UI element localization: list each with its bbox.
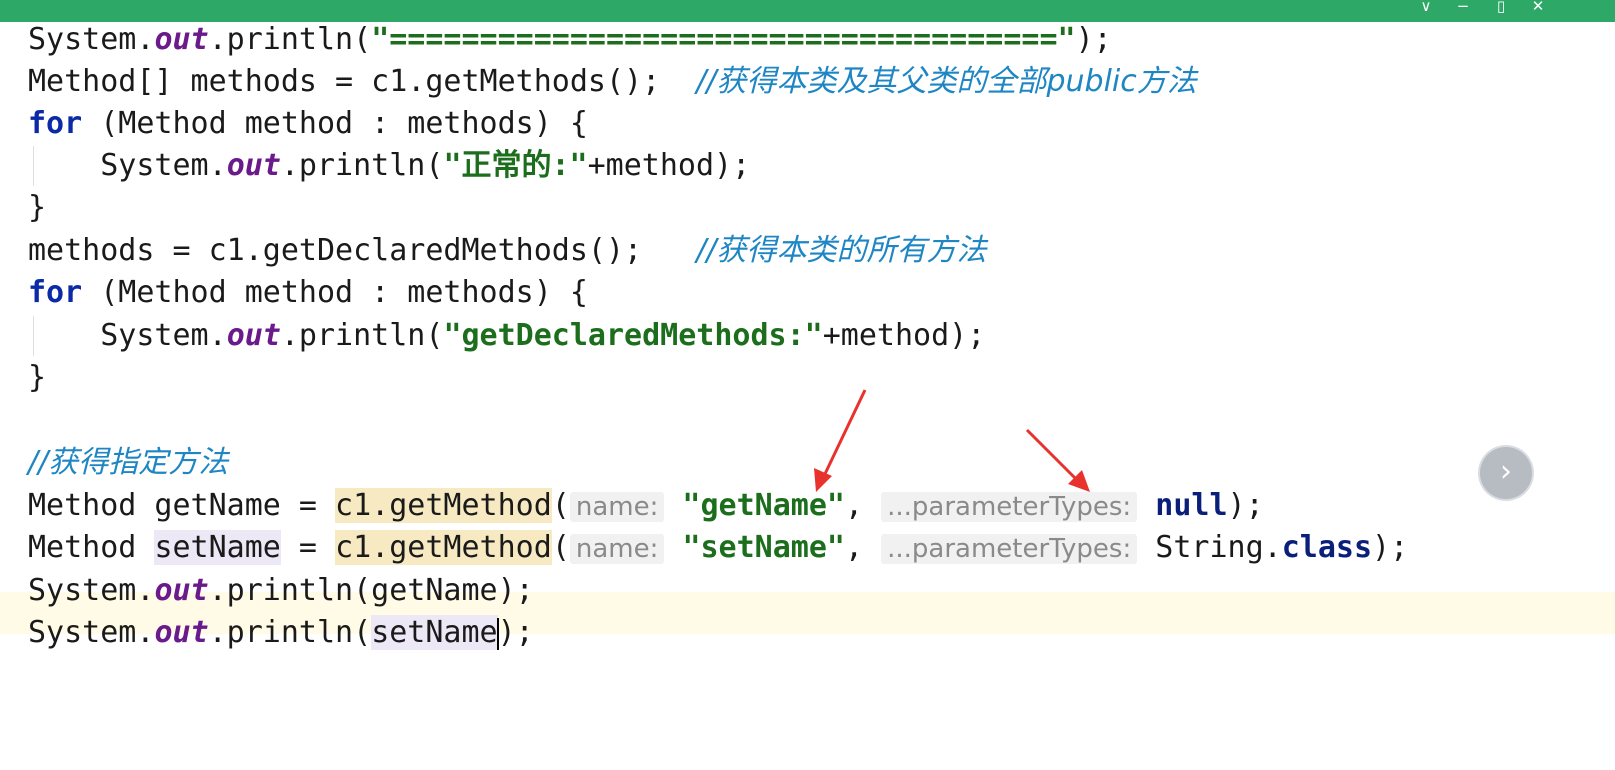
annotation-arrow-right bbox=[1025, 428, 1090, 492]
annotation-arrows bbox=[814, 389, 1090, 492]
next-page-button[interactable]: › bbox=[1480, 447, 1532, 499]
annotation-arrow-left bbox=[814, 389, 867, 492]
chevron-right-icon: › bbox=[1500, 454, 1512, 489]
